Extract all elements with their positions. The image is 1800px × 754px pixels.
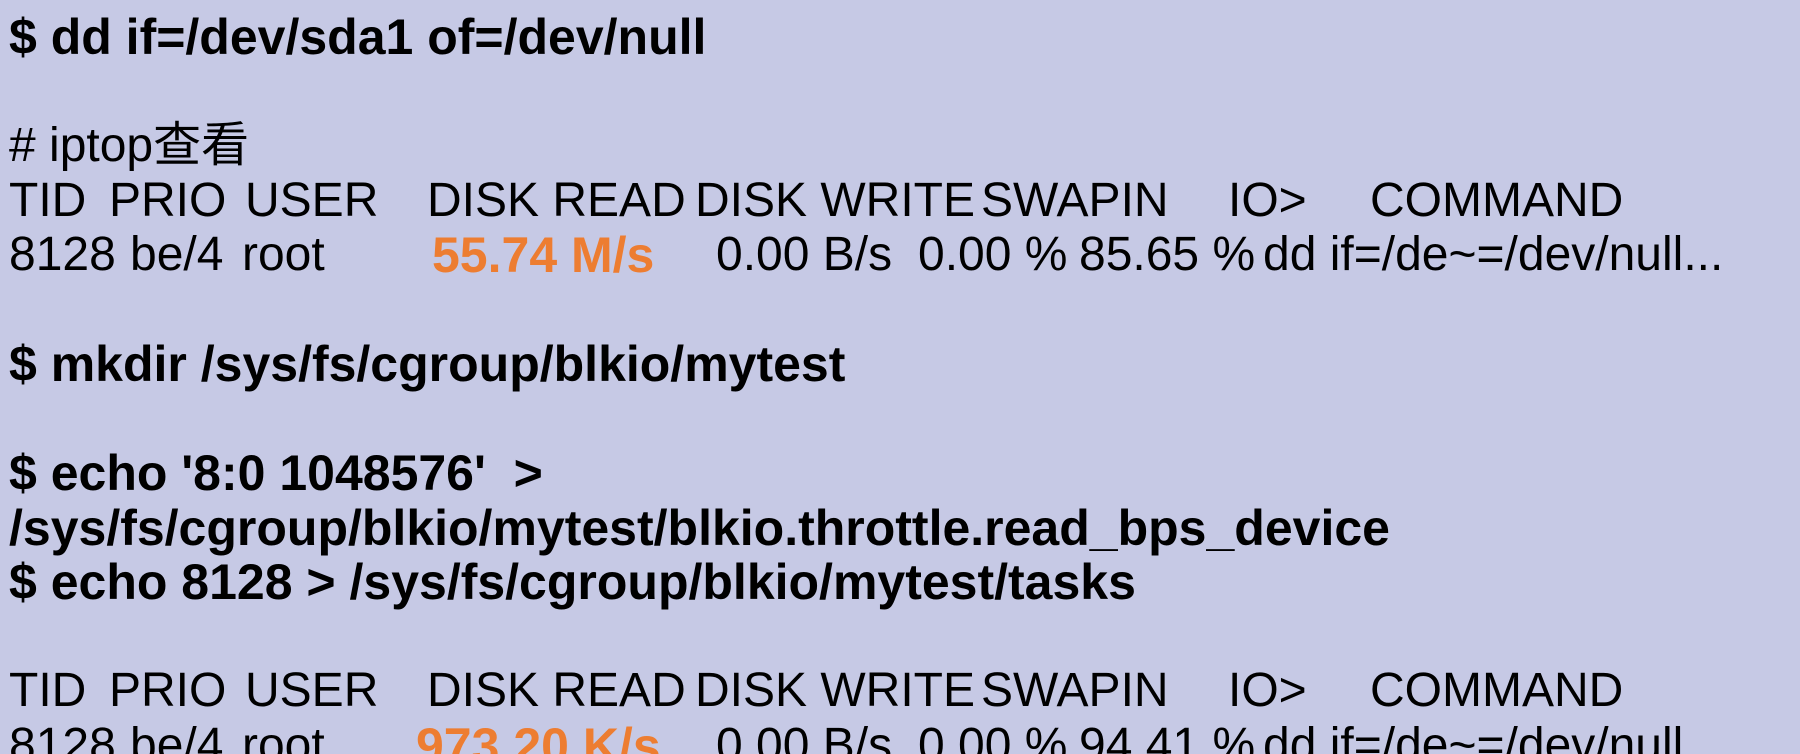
iotop-cell-prio: be/4	[130, 718, 224, 754]
iotop-header-io: IO>	[1228, 664, 1307, 717]
iotop-header-command: COMMAND	[1370, 173, 1624, 227]
iotop-header-after: TID PRIO USER DISK READ DISK WRITE SWAPI…	[0, 664, 1800, 719]
iotop-cell-disk-write: 0.00 B/s	[716, 228, 893, 281]
iotop-header-command: COMMAND	[1370, 664, 1624, 717]
iotop-cell-user: root	[242, 228, 325, 281]
iotop-header-swapin: SWAPIN	[981, 173, 1169, 227]
command-echo-task: $ echo 8128 > /sys/fs/cgroup/blkio/mytes…	[9, 554, 1136, 610]
iotop-header-disk-write: DISK WRITE	[695, 173, 976, 227]
iotop-header-tid: TID	[9, 173, 87, 227]
iotop-cell-command: dd if=/de~=/dev/null	[1263, 718, 1684, 754]
iotop-cell-user: root	[242, 718, 325, 754]
slide: $ dd if=/dev/sda1 of=/dev/null # iptop查看…	[0, 0, 1800, 754]
iotop-cell-tid: 8128	[9, 228, 116, 281]
iotop-cell-prio: be/4	[130, 228, 224, 281]
iotop-cell-io: 94.41 %	[1079, 718, 1256, 754]
iotop-header-prio: PRIO	[109, 173, 227, 227]
iotop-header-before: TID PRIO USER DISK READ DISK WRITE SWAPI…	[0, 174, 1800, 229]
iotop-row-before: 8128 be/4 root 55.74 M/s 0.00 B/s 0.00 %…	[0, 228, 1800, 283]
iotop-row-after: 8128 be/4 root 973.20 K/s 0.00 B/s 0.00 …	[0, 719, 1800, 754]
iotop-header-swapin: SWAPIN	[981, 664, 1169, 717]
command-mkdir: $ mkdir /sys/fs/cgroup/blkio/mytest	[9, 336, 846, 392]
iotop-header-disk-read: DISK READ	[427, 173, 686, 227]
iotop-cell-swapin: 0.00 %	[918, 718, 1068, 754]
iotop-header-io: IO>	[1228, 173, 1307, 227]
iotop-cell-command: dd if=/de~=/dev/null...	[1263, 228, 1724, 281]
command-dd: $ dd if=/dev/sda1 of=/dev/null	[9, 9, 707, 65]
command-echo-limit: $ echo '8:0 1048576' >	[9, 445, 543, 501]
iotop-header-user: USER	[245, 173, 379, 227]
comment-iotop: # iptop查看	[9, 119, 250, 172]
iotop-cell-disk-read-highlight: 55.74 M/s	[432, 227, 655, 283]
iotop-header-prio: PRIO	[109, 664, 227, 717]
iotop-header-disk-read: DISK READ	[427, 664, 686, 717]
iotop-cell-io: 85.65 %	[1079, 228, 1256, 281]
iotop-cell-tid: 8128	[9, 718, 116, 754]
command-echo-limit-target: /sys/fs/cgroup/blkio/mytest/blkio.thrott…	[9, 499, 1390, 556]
iotop-header-disk-write: DISK WRITE	[695, 664, 976, 717]
iotop-cell-swapin: 0.00 %	[918, 228, 1068, 281]
iotop-header-user: USER	[245, 664, 379, 717]
iotop-header-tid: TID	[9, 664, 87, 717]
iotop-cell-disk-read-highlight: 973.20 K/s	[416, 718, 661, 754]
iotop-cell-disk-write: 0.00 B/s	[716, 718, 893, 754]
